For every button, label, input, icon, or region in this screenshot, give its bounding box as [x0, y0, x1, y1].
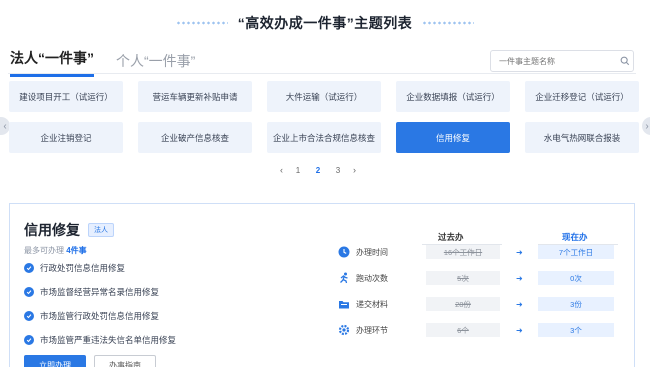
- compare-label: 递交材料: [356, 299, 388, 309]
- check-circle-icon: [24, 287, 34, 297]
- compare-new-value: 3份: [538, 297, 614, 311]
- topic-card[interactable]: 企业数据填报（试运行）: [396, 81, 510, 112]
- topic-grid: 建设项目开工（试运行） 营运车辆更新补贴申请 大件运输（试运行） 企业数据填报（…: [9, 81, 639, 153]
- check-circle-icon: [24, 335, 34, 345]
- list-item: 行政处罚信息信用修复: [24, 262, 176, 274]
- detail-panel: 信用修复 法人 最多可办理 4件事 行政处罚信息信用修复 市场监督经营异常名录信…: [9, 203, 635, 367]
- topic-card[interactable]: 营运车辆更新补贴申请: [138, 81, 252, 112]
- compare-row: 跑动次数 5次 ➜ 0次: [338, 269, 628, 287]
- topic-card[interactable]: 水电气热网联合报装: [525, 122, 639, 153]
- list-item: 市场监督经营异常名录信用修复: [24, 286, 176, 298]
- compare-new-header: 现在办: [562, 232, 588, 242]
- compare-label: 跑动次数: [356, 273, 388, 283]
- detail-header: 信用修复 法人: [24, 220, 114, 240]
- list-item: 市场监管行政处罚信息信用修复: [24, 310, 176, 322]
- list-item-label: 行政处罚信息信用修复: [40, 263, 126, 273]
- compare-row: 递交材料 28份 ➜ 3份: [338, 295, 628, 313]
- compare-old-value: 16个工作日: [426, 245, 500, 259]
- topic-card-active[interactable]: 信用修复: [396, 122, 510, 153]
- arrow-right-icon: ➜: [516, 273, 523, 283]
- compare-new-value: 7个工作日: [538, 245, 614, 259]
- chevron-left-icon: ‹: [3, 120, 7, 132]
- compare-new-value: 3个: [538, 323, 614, 337]
- chevron-right-icon: ›: [645, 120, 649, 132]
- arrow-right-icon: ➜: [516, 325, 523, 335]
- page-number[interactable]: 1: [293, 166, 303, 175]
- detail-subtitle: 最多可办理 4件事: [24, 245, 87, 256]
- title-decoration-left: [175, 21, 228, 25]
- detail-subtitle-count: 4件事: [66, 246, 87, 255]
- compare-old-value: 5次: [426, 271, 500, 285]
- page-prev-button[interactable]: ‹: [280, 165, 283, 175]
- detail-actions: 立即办理 办事指南: [24, 355, 156, 367]
- topic-card[interactable]: 企业注销登记: [9, 122, 123, 153]
- list-item-label: 市场监督经营异常名录信用修复: [40, 287, 160, 297]
- arrow-right-icon: ➜: [516, 299, 523, 309]
- topic-card[interactable]: 企业迁移登记（试运行）: [525, 81, 639, 112]
- folder-icon: [338, 298, 350, 310]
- compare-row: 办理环节 6个 ➜ 3个: [338, 321, 628, 339]
- detail-tag: 法人: [88, 223, 114, 237]
- search-button[interactable]: [617, 51, 633, 71]
- topic-card[interactable]: 大件运输（试运行）: [267, 81, 381, 112]
- clock-icon: [338, 246, 350, 258]
- page-number-current[interactable]: 2: [313, 166, 323, 175]
- arrow-right-icon: ➜: [516, 247, 523, 257]
- compare-old-value: 6个: [426, 323, 500, 337]
- topic-card[interactable]: 企业破产信息核查: [138, 122, 252, 153]
- runner-icon: [338, 272, 350, 284]
- detail-title: 信用修复: [24, 222, 80, 238]
- compare-label: 办理时间: [356, 247, 388, 257]
- guide-button[interactable]: 办事指南: [94, 355, 156, 367]
- compare-new-value: 0次: [538, 271, 614, 285]
- list-item-label: 市场监管行政处罚信息信用修复: [40, 311, 160, 321]
- page-next-button[interactable]: ›: [353, 165, 356, 175]
- list-item: 市场监管严重违法失信名单信用修复: [24, 334, 176, 346]
- compare-old-value: 28份: [426, 297, 500, 311]
- search-input[interactable]: [491, 51, 617, 71]
- topic-card[interactable]: 企业上市合法合规信息核查: [267, 122, 381, 153]
- title-row: “高效办成一件事”主题列表: [0, 14, 650, 32]
- detail-subtitle-prefix: 最多可办理: [24, 246, 64, 255]
- pagination: ‹ 1 2 3 ›: [280, 165, 356, 175]
- apply-button[interactable]: 立即办理: [24, 355, 86, 367]
- detail-item-list: 行政处罚信息信用修复 市场监督经营异常名录信用修复 市场监管行政处罚信息信用修复…: [24, 262, 176, 346]
- check-circle-icon: [24, 311, 34, 321]
- tab-divider: [8, 73, 636, 74]
- carousel-next-arrow[interactable]: ›: [642, 117, 650, 135]
- topic-card[interactable]: 建设项目开工（试运行）: [9, 81, 123, 112]
- page-title: “高效办成一件事”主题列表: [237, 15, 413, 31]
- compare-row: 办理时间 16个工作日 ➜ 7个工作日: [338, 243, 628, 261]
- title-decoration-right: [422, 21, 475, 25]
- check-circle-icon: [24, 263, 34, 273]
- search-box: [490, 50, 634, 72]
- compare-label: 办理环节: [356, 325, 388, 335]
- search-icon: [620, 56, 630, 66]
- page-number[interactable]: 3: [333, 166, 343, 175]
- list-item-label: 市场监管严重违法失信名单信用修复: [40, 335, 177, 345]
- gear-icon: [338, 324, 350, 336]
- compare-old-header: 过去办: [438, 232, 464, 242]
